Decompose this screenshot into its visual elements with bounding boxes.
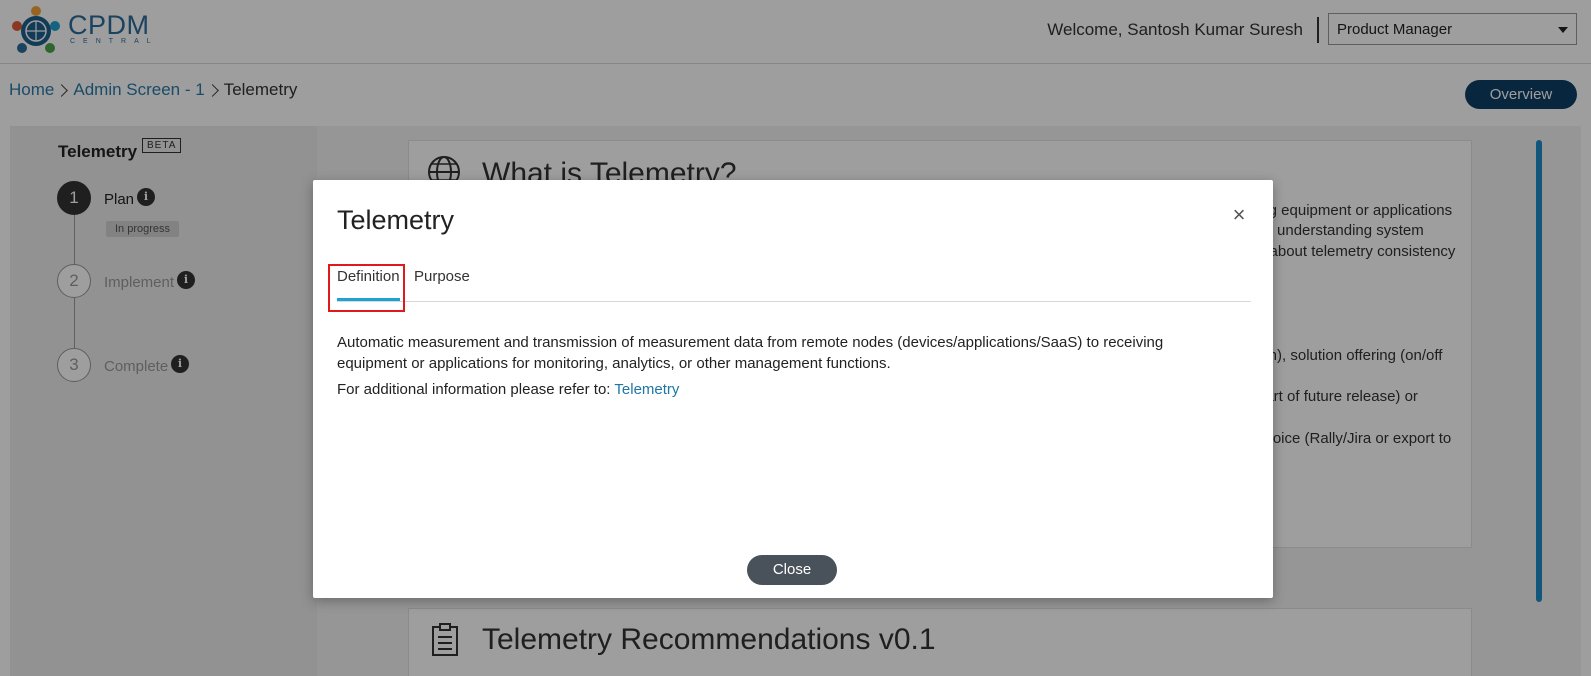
modal-tabs: Definition Purpose — [337, 260, 1251, 302]
telemetry-modal: Telemetry × Definition Purpose Automatic… — [313, 180, 1273, 598]
reference-line: For additional information please refer … — [337, 381, 679, 398]
modal-title: Telemetry — [337, 205, 455, 235]
close-icon[interactable]: × — [1228, 204, 1250, 226]
definition-text: Automatic measurement and transmission o… — [337, 334, 1164, 372]
tab-purpose[interactable]: Purpose — [414, 268, 470, 285]
reference-prefix: For additional information please refer … — [337, 381, 611, 398]
highlight-box — [328, 264, 405, 312]
telemetry-link[interactable]: Telemetry — [614, 381, 679, 398]
close-button[interactable]: Close — [747, 555, 837, 585]
